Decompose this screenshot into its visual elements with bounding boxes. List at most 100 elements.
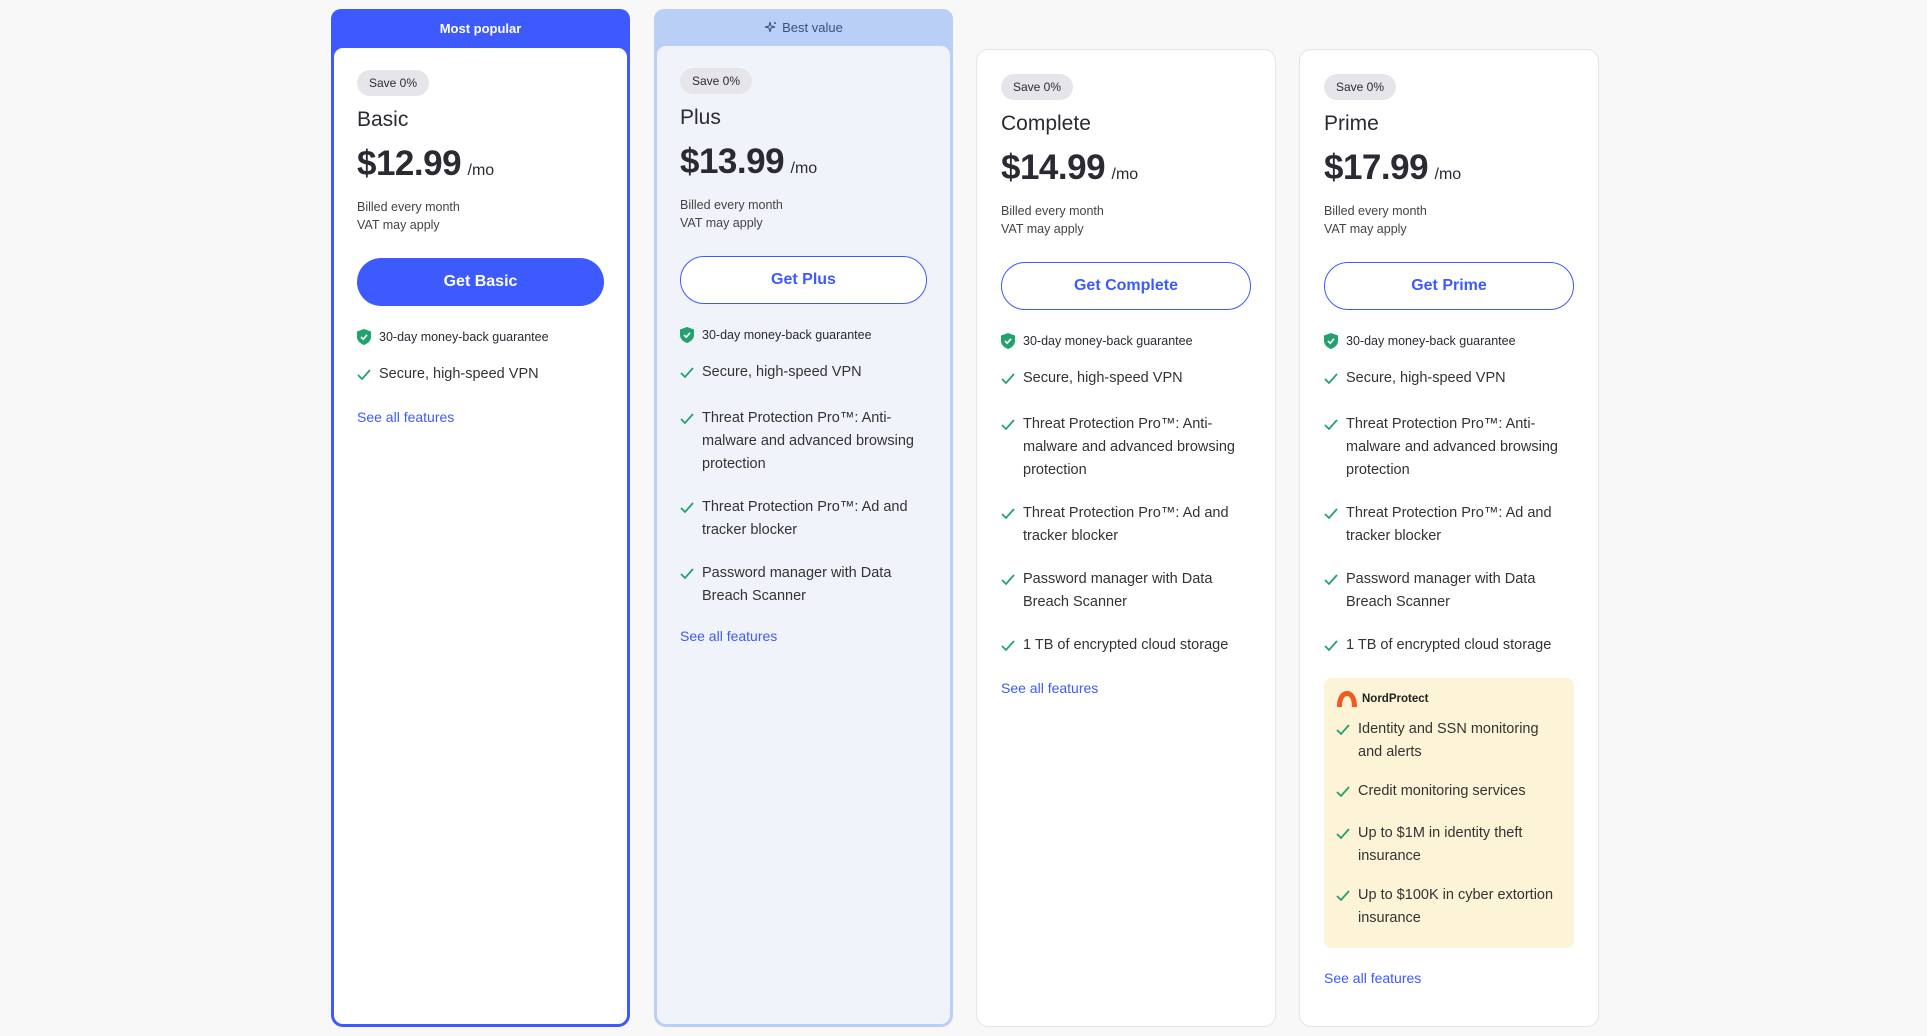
plan-name: Prime (1324, 112, 1379, 135)
price-period: /mo (790, 160, 818, 177)
feature-text: Up to $1M in identity theft insurance (1358, 825, 1523, 864)
money-back-guarantee: 30-day money-back guarantee (357, 329, 604, 345)
feature-list: Secure, high-speed VPN Threat Protection… (680, 361, 927, 608)
list-item: Threat Protection Pro™: Anti-malware and… (1001, 413, 1251, 482)
nordprotect-logo-icon (1337, 691, 1357, 707)
billing-info: Billed every month VAT may apply (680, 196, 927, 232)
feature-text: Password manager with Data Breach Scanne… (1023, 571, 1213, 610)
guarantee-text: 30-day money-back guarantee (1346, 334, 1516, 348)
save-badge: Save 0% (357, 70, 430, 96)
feature-list: Secure, high-speed VPN (357, 363, 604, 389)
checkmark-icon (680, 565, 702, 608)
price-period: /mo (467, 162, 495, 179)
checkmark-icon (1324, 571, 1346, 614)
get-complete-button[interactable]: Get Complete (1001, 262, 1251, 310)
plan-card-complete: Save 0% Complete $14.99 /mo Billed every… (976, 49, 1276, 1027)
get-prime-button[interactable]: Get Prime (1324, 262, 1574, 310)
get-basic-button[interactable]: Get Basic (357, 258, 604, 306)
list-item: Threat Protection Pro™: Anti-malware and… (680, 407, 927, 476)
plan-card-body: Save 0% Plus $13.99 /mo Billed every mon… (654, 43, 953, 1027)
feature-text: Identity and SSN monitoring and alerts (1358, 721, 1539, 760)
vat-text: VAT may apply (1324, 222, 1407, 236)
feature-text: Secure, high-speed VPN (1023, 370, 1183, 386)
price-row: $12.99 /mo (357, 144, 604, 184)
list-item: Threat Protection Pro™: Anti-malware and… (1324, 413, 1574, 482)
plan-price: $12.99 (357, 144, 462, 183)
feature-text: Up to $100K in cyber extortion insurance (1358, 887, 1554, 926)
list-item: Threat Protection Pro™: Ad and tracker b… (1001, 502, 1251, 548)
money-back-guarantee: 30-day money-back guarantee (1324, 333, 1574, 349)
checkmark-icon (1324, 416, 1346, 482)
checkmark-icon (680, 410, 702, 476)
see-all-features-link[interactable]: See all features (357, 409, 454, 425)
feature-text: Threat Protection Pro™: Ad and tracker b… (702, 499, 908, 538)
checkmark-icon (1001, 637, 1023, 660)
feature-text: Threat Protection Pro™: Anti-malware and… (1023, 416, 1235, 478)
shield-check-icon (357, 329, 371, 345)
checkmark-icon (1001, 505, 1023, 548)
checkmark-icon (1336, 825, 1358, 868)
vat-text: VAT may apply (680, 216, 763, 230)
plan-card-body: Save 0% Complete $14.99 /mo Billed every… (976, 49, 1276, 1027)
list-item: Password manager with Data Breach Scanne… (1001, 568, 1251, 614)
billed-text: Billed every month (1324, 204, 1427, 218)
money-back-guarantee: 30-day money-back guarantee (1001, 333, 1251, 349)
billed-text: Billed every month (680, 198, 783, 212)
feature-text: Threat Protection Pro™: Anti-malware and… (1346, 416, 1558, 478)
checkmark-icon (1324, 370, 1346, 393)
feature-text: Threat Protection Pro™: Anti-malware and… (702, 410, 914, 472)
list-item: Up to $1M in identity theft insurance (1336, 822, 1562, 868)
checkmark-icon (680, 364, 702, 387)
save-badge: Save 0% (1001, 74, 1074, 100)
plan-price: $14.99 (1001, 148, 1106, 187)
price-period: /mo (1434, 166, 1462, 183)
list-item: Secure, high-speed VPN (680, 361, 927, 387)
feature-text: Threat Protection Pro™: Ad and tracker b… (1023, 505, 1229, 544)
checkmark-icon (680, 499, 702, 542)
list-item: Secure, high-speed VPN (1324, 367, 1574, 393)
list-item: Threat Protection Pro™: Ad and tracker b… (680, 496, 927, 542)
vat-text: VAT may apply (357, 218, 440, 232)
checkmark-icon (1336, 783, 1358, 806)
shield-check-icon (1001, 333, 1015, 349)
list-item: Secure, high-speed VPN (1001, 367, 1251, 393)
shield-check-icon (1324, 333, 1338, 349)
plan-card-body: Save 0% Prime $17.99 /mo Billed every mo… (1299, 49, 1599, 1027)
feature-text: Secure, high-speed VPN (379, 366, 539, 382)
price-row: $17.99 /mo (1324, 148, 1574, 188)
nordprotect-box: NordProtect Identity and SSN monitoring … (1324, 678, 1574, 948)
feature-list: Secure, high-speed VPN Threat Protection… (1324, 367, 1574, 660)
nordprotect-logo-text: NordProtect (1362, 693, 1429, 705)
save-badge: Save 0% (1324, 74, 1397, 100)
list-item: 1 TB of encrypted cloud storage (1324, 634, 1574, 660)
best-value-text: Best value (782, 20, 843, 35)
feature-text: 1 TB of encrypted cloud storage (1023, 637, 1229, 653)
plan-name: Plus (680, 106, 721, 129)
checkmark-icon (1324, 505, 1346, 548)
feature-text: Credit monitoring services (1358, 783, 1526, 799)
list-item: Password manager with Data Breach Scanne… (1324, 568, 1574, 614)
price-row: $14.99 /mo (1001, 148, 1251, 188)
plan-price: $17.99 (1324, 148, 1429, 187)
get-plus-button[interactable]: Get Plus (680, 256, 927, 304)
guarantee-text: 30-day money-back guarantee (379, 330, 549, 344)
plan-card-basic: Most popular Save 0% Basic $12.99 /mo Bi… (331, 9, 630, 1027)
feature-text: Password manager with Data Breach Scanne… (702, 565, 892, 604)
save-badge: Save 0% (680, 68, 753, 94)
checkmark-icon (1336, 887, 1358, 930)
feature-text: Password manager with Data Breach Scanne… (1346, 571, 1536, 610)
list-item: Secure, high-speed VPN (357, 363, 604, 389)
billing-info: Billed every month VAT may apply (357, 198, 604, 234)
plan-card-prime: Save 0% Prime $17.99 /mo Billed every mo… (1299, 49, 1599, 1027)
see-all-features-link[interactable]: See all features (680, 628, 777, 644)
list-item: Password manager with Data Breach Scanne… (680, 562, 927, 608)
see-all-features-link[interactable]: See all features (1324, 970, 1421, 986)
see-all-features-link[interactable]: See all features (1001, 680, 1098, 696)
nordprotect-feature-list: Identity and SSN monitoring and alerts C… (1336, 718, 1562, 930)
checkmark-icon (1001, 370, 1023, 393)
checkmark-icon (357, 366, 379, 389)
checkmark-icon (1324, 637, 1346, 660)
feature-text: Threat Protection Pro™: Ad and tracker b… (1346, 505, 1552, 544)
guarantee-text: 30-day money-back guarantee (1023, 334, 1193, 348)
guarantee-text: 30-day money-back guarantee (702, 328, 872, 342)
